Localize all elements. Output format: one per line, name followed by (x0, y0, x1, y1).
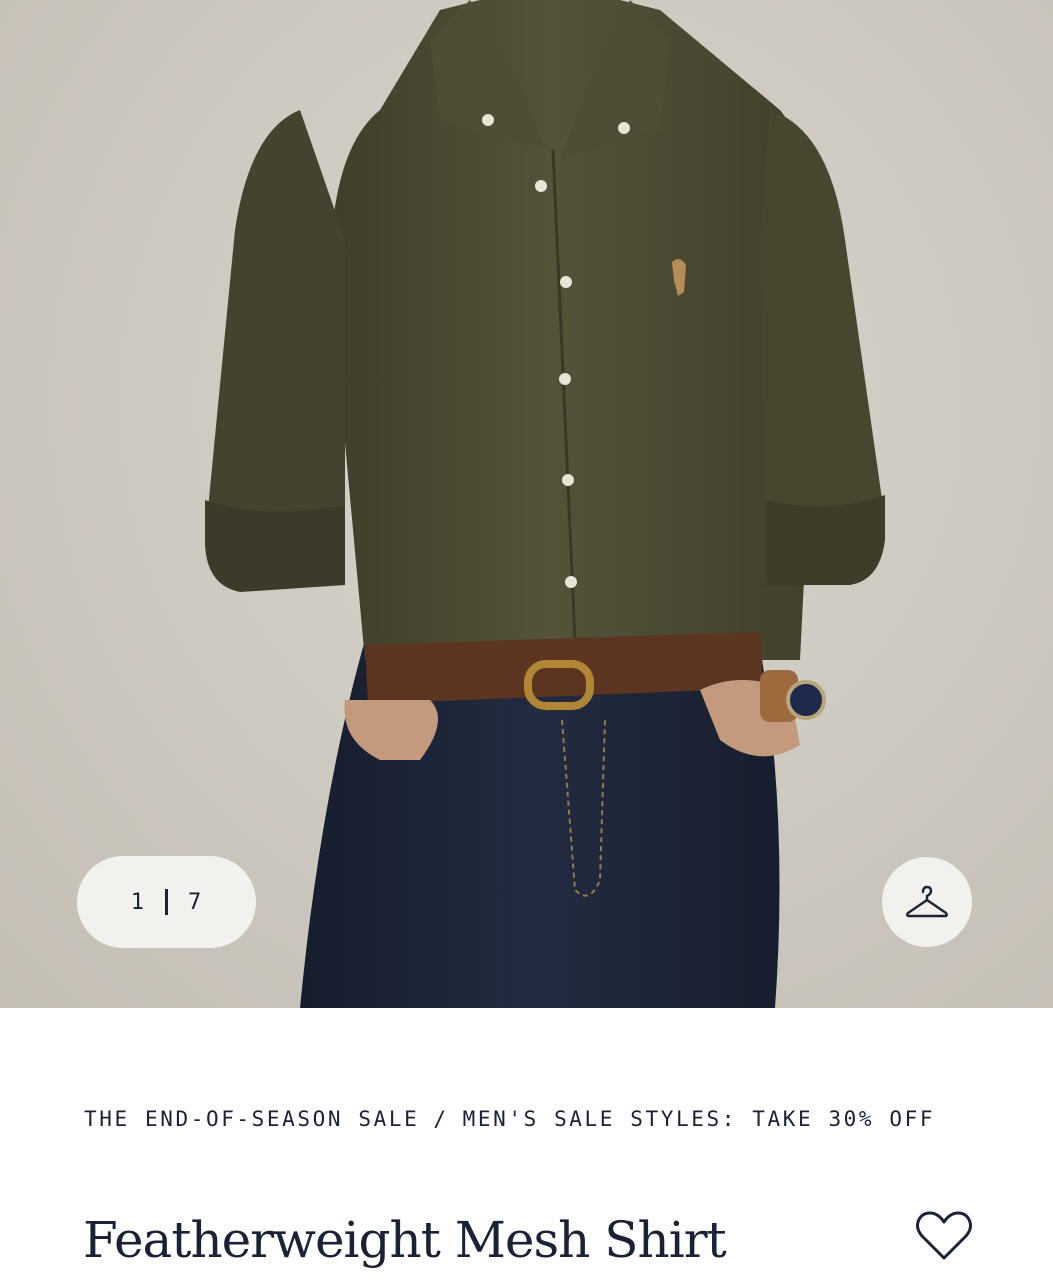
product-title: Featherweight Mesh Shirt (83, 1211, 727, 1269)
hanger-icon (906, 885, 948, 918)
product-image-gallery[interactable]: 1 7 (0, 0, 1053, 1008)
product-detail-page: 1 7 THE END-OF-SEASON SALE / MEN'S SALE ST… (0, 0, 1053, 1280)
breadcrumb: THE END-OF-SEASON SALE / MEN'S SALE STYLES… (84, 1100, 944, 1139)
breadcrumb-item-mens-sale[interactable]: MEN'S SALE STYLES: TAKE 30% OFF (463, 1107, 936, 1131)
wishlist-button[interactable] (912, 1206, 976, 1266)
image-counter-current: 1 (130, 889, 145, 915)
image-counter-divider (165, 889, 168, 915)
heart-icon (916, 1211, 972, 1260)
breadcrumb-item-sale[interactable]: THE END-OF-SEASON SALE (84, 1107, 419, 1131)
image-counter: 1 7 (77, 856, 256, 948)
try-on-hanger-button[interactable] (882, 857, 972, 947)
image-counter-total: 7 (188, 889, 203, 915)
breadcrumb-separator: / (433, 1107, 449, 1131)
